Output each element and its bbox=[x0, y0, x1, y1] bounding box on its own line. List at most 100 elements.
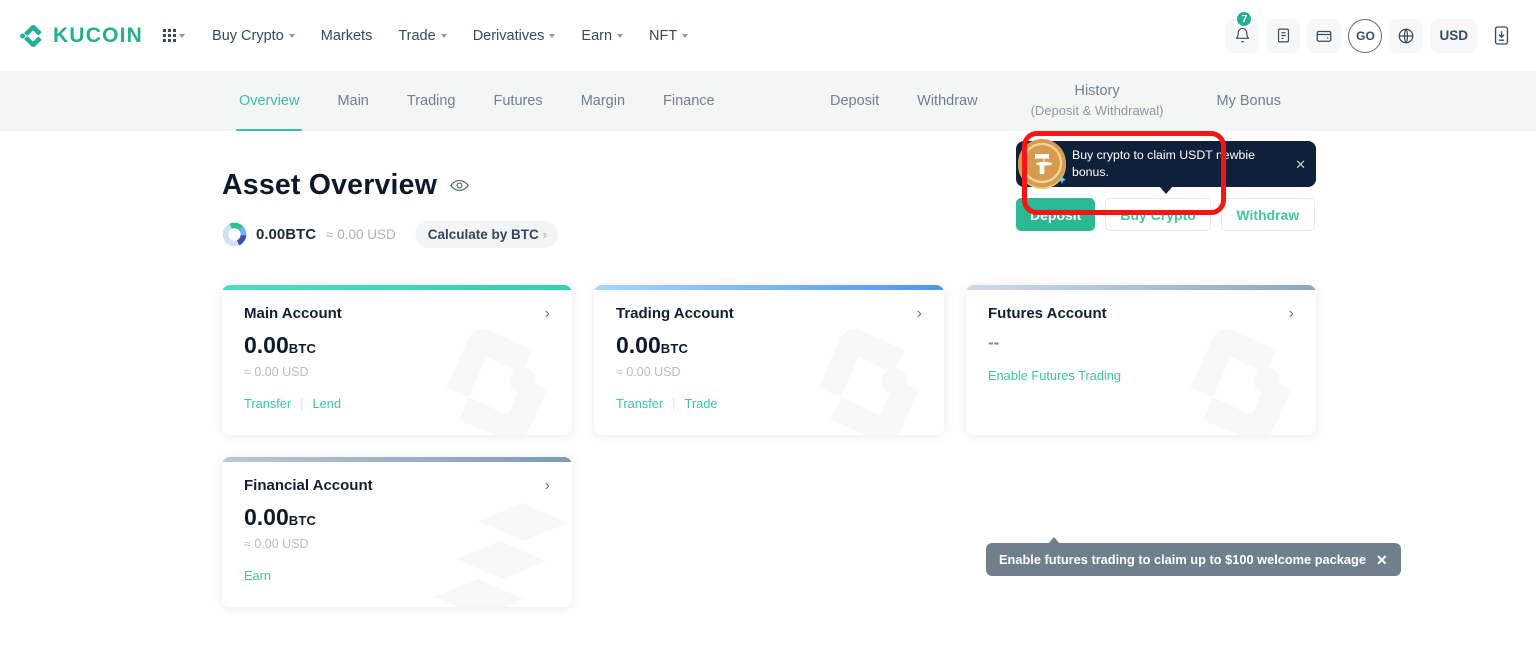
nav-label: Trade bbox=[398, 27, 436, 44]
chevron-down-icon bbox=[288, 33, 295, 38]
subnav-action-label: Deposit bbox=[829, 93, 880, 109]
close-icon[interactable]: ✕ bbox=[1295, 158, 1306, 171]
tab-label: Overview bbox=[239, 93, 300, 109]
asset-subnav-actions: Deposit Withdraw History (Deposit & With… bbox=[811, 71, 1300, 131]
card-link-transfer[interactable]: Transfer bbox=[616, 396, 663, 411]
account-card-futures[interactable]: Futures Account › -- Enable Futures Trad… bbox=[966, 285, 1316, 435]
card-link-earn[interactable]: Earn bbox=[244, 568, 271, 583]
eye-visibility-icon[interactable] bbox=[450, 179, 470, 192]
donut-chart-icon bbox=[222, 222, 247, 247]
card-link-enable-futures[interactable]: Enable Futures Trading bbox=[988, 368, 1121, 383]
card-link-lend[interactable]: Lend bbox=[313, 396, 341, 411]
account-card-main[interactable]: Main Account › 0.00BTC ≈ 0.00 USD Transf… bbox=[222, 285, 572, 435]
tab-label: Trading bbox=[406, 93, 456, 109]
chevron-down-icon bbox=[179, 33, 186, 38]
card-amount: 0.00BTC bbox=[616, 334, 922, 357]
futures-welcome-tooltip: Enable futures trading to claim up to $1… bbox=[986, 537, 1401, 576]
card-amount-unit: BTC bbox=[288, 513, 317, 528]
link-separator: | bbox=[672, 396, 676, 411]
asset-subnav: Overview Main Trading Futures Margin Fin… bbox=[0, 71, 1536, 215]
card-amount-value: 0.00 bbox=[616, 332, 661, 358]
card-header: Futures Account › bbox=[988, 305, 1294, 322]
tab-label: Futures bbox=[493, 93, 543, 109]
tether-coin-icon bbox=[1018, 139, 1066, 189]
chevron-down-icon bbox=[549, 33, 556, 38]
notification-count-badge: 7 bbox=[1235, 9, 1254, 28]
user-avatar[interactable]: GO bbox=[1348, 18, 1383, 53]
wallet-button[interactable] bbox=[1307, 18, 1342, 53]
nav-item-markets[interactable]: Markets bbox=[308, 20, 386, 52]
card-header: Trading Account › bbox=[616, 305, 922, 322]
card-title: Trading Account bbox=[616, 305, 734, 322]
nav-item-trade[interactable]: Trade bbox=[385, 20, 459, 52]
subnav-withdraw[interactable]: Withdraw bbox=[898, 71, 996, 131]
chevron-right-icon[interactable]: › bbox=[1289, 305, 1294, 322]
card-link-trade[interactable]: Trade bbox=[685, 396, 718, 411]
card-title: Futures Account bbox=[988, 305, 1107, 322]
history-sublabel: (Deposit & Withdrawal) bbox=[1030, 103, 1164, 119]
card-amount-value: -- bbox=[988, 333, 1000, 352]
account-card-financial[interactable]: Financial Account › 0.00BTC ≈ 0.00 USD E… bbox=[222, 457, 572, 607]
orders-button[interactable] bbox=[1266, 18, 1301, 53]
calculate-by-btc-button[interactable]: Calculate by BTC › bbox=[414, 221, 559, 248]
card-amount-usd: ≈ 0.00 USD bbox=[244, 537, 309, 551]
nav-item-earn[interactable]: Earn bbox=[568, 20, 636, 52]
nav-label: Markets bbox=[320, 27, 373, 44]
futures-tooltip-text: Enable futures trading to claim up to $1… bbox=[999, 552, 1366, 567]
language-button[interactable] bbox=[1389, 18, 1424, 53]
chevron-down-icon bbox=[440, 33, 447, 38]
nav-label: Derivatives bbox=[472, 27, 545, 44]
history-label: History bbox=[1074, 83, 1120, 100]
nav-label: Buy Crypto bbox=[212, 27, 284, 44]
promo-zone: Buy crypto to claim USDT newbie bonus. ✕… bbox=[1016, 139, 1316, 231]
chevron-right-icon[interactable]: › bbox=[917, 305, 922, 322]
page-title: Asset Overview bbox=[222, 169, 438, 201]
my-bonus-label: My Bonus bbox=[1216, 93, 1281, 109]
nav-item-nft[interactable]: NFT bbox=[636, 20, 701, 52]
tab-futures[interactable]: Futures bbox=[475, 71, 562, 131]
nav-item-buy-crypto[interactable]: Buy Crypto bbox=[199, 20, 308, 52]
page-title-row: Asset Overview bbox=[222, 131, 1516, 202]
card-amount-unit: BTC bbox=[288, 341, 317, 356]
card-header: Main Account › bbox=[244, 305, 550, 322]
buy-crypto-button[interactable]: Buy Crypto bbox=[1105, 198, 1211, 231]
card-amount-value: 0.00 bbox=[244, 504, 289, 530]
tab-main[interactable]: Main bbox=[318, 71, 387, 131]
subnav-deposit[interactable]: Deposit bbox=[811, 71, 898, 131]
tab-margin[interactable]: Margin bbox=[562, 71, 644, 131]
notifications-button[interactable]: 7 bbox=[1225, 9, 1260, 53]
promo-text: Buy crypto to claim USDT newbie bonus. bbox=[1072, 147, 1255, 179]
card-title: Main Account bbox=[244, 305, 342, 322]
card-title: Financial Account bbox=[244, 477, 373, 494]
chevron-right-icon[interactable]: › bbox=[545, 305, 550, 322]
chevron-down-icon bbox=[617, 33, 624, 38]
download-app-button[interactable] bbox=[1484, 19, 1518, 53]
nav-label: Earn bbox=[581, 27, 613, 44]
asset-tabs: Overview Main Trading Futures Margin Fin… bbox=[220, 71, 734, 131]
download-app-icon bbox=[1494, 26, 1508, 45]
nav-item-derivatives[interactable]: Derivatives bbox=[460, 20, 569, 52]
main-content: Asset Overview 0.00BTC ≈ 0.00 USD Calcul… bbox=[0, 131, 1536, 607]
apps-grid-button[interactable] bbox=[159, 23, 189, 48]
card-links: Earn bbox=[244, 568, 550, 583]
kucoin-logo[interactable]: KUCOIN bbox=[20, 23, 143, 49]
withdraw-button[interactable]: Withdraw bbox=[1220, 198, 1315, 231]
currency-selector[interactable]: USD bbox=[1430, 18, 1477, 53]
chevron-down-icon bbox=[682, 33, 689, 38]
account-card-trading[interactable]: Trading Account › 0.00BTC ≈ 0.00 USD Tra… bbox=[594, 285, 944, 435]
card-amount: 0.00BTC bbox=[244, 334, 550, 357]
bell-icon bbox=[1235, 27, 1250, 43]
card-link-transfer[interactable]: Transfer bbox=[244, 396, 291, 411]
total-balance-row: 0.00BTC ≈ 0.00 USD Calculate by BTC › bbox=[222, 221, 1516, 248]
deposit-button[interactable]: Deposit bbox=[1016, 198, 1096, 231]
chevron-right-icon[interactable]: › bbox=[545, 477, 550, 494]
link-separator: | bbox=[300, 396, 304, 411]
tab-finance[interactable]: Finance bbox=[644, 71, 734, 131]
subnav-my-bonus[interactable]: My Bonus bbox=[1198, 71, 1300, 131]
tab-overview[interactable]: Overview bbox=[220, 71, 318, 131]
subnav-history[interactable]: History (Deposit & Withdrawal) bbox=[996, 71, 1198, 131]
kucoin-logo-icon bbox=[20, 23, 46, 49]
document-icon bbox=[1277, 28, 1290, 43]
tab-trading[interactable]: Trading bbox=[388, 71, 475, 131]
close-icon[interactable]: ✕ bbox=[1376, 553, 1388, 567]
